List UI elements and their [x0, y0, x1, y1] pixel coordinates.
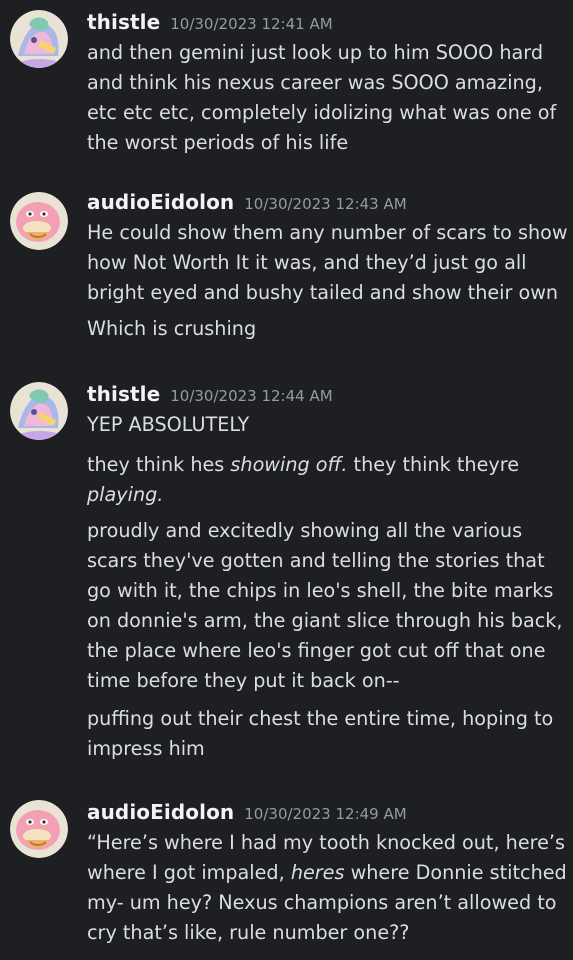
message-line: cry that’s like, rule number one??: [87, 921, 410, 944]
message-header: thistle 10/30/2023 12:44 AM: [87, 382, 333, 412]
message-line: where I got impaled, heres where Donnie …: [87, 858, 571, 888]
message-text-italic: heres: [290, 861, 345, 884]
message-line: puffing out their chest the entire time,…: [87, 707, 554, 730]
timestamp: 10/30/2023 12:41 AM: [170, 15, 333, 33]
message-line: time before they put it back on--: [87, 669, 400, 692]
username[interactable]: thistle: [87, 382, 160, 406]
message-line: they think hes showing off. they think t…: [87, 450, 571, 480]
slowpoke-avatar-icon: [10, 800, 68, 858]
timestamp: 10/30/2023 12:44 AM: [170, 387, 333, 405]
message-line: impress him: [87, 737, 205, 760]
message-line: and then gemini just look up to him SOOO…: [87, 41, 543, 64]
message-line: scars they've gotten and telling the sto…: [87, 549, 545, 572]
message-line: on donnie's arm, the giant slice through…: [87, 609, 563, 632]
message-text: they think hes: [87, 453, 231, 476]
timestamp: 10/30/2023 12:49 AM: [244, 805, 407, 823]
message-line: YEP ABSOLUTELY: [87, 413, 250, 436]
avatar[interactable]: [10, 800, 68, 858]
message-line: go with it, the chips in leo's shell, th…: [87, 579, 554, 602]
message-text: they think theyre: [347, 453, 519, 476]
avatar[interactable]: [10, 382, 68, 440]
message-header: audioEidolon 10/30/2023 12:43 AM: [87, 190, 407, 220]
chat-log: thistle 10/30/2023 12:41 AM and then gem…: [0, 0, 573, 960]
pastel-character-avatar-icon: [10, 382, 68, 440]
message-line: and think his nexus career was SOOO amaz…: [87, 71, 543, 94]
pastel-character-avatar-icon: [10, 10, 68, 68]
message-line: He could show them any number of scars t…: [87, 221, 568, 244]
message-line: etc etc etc, completely idolizing what w…: [87, 101, 557, 124]
message-line: the worst periods of his life: [87, 131, 349, 154]
username[interactable]: audioEidolon: [87, 190, 234, 214]
username[interactable]: thistle: [87, 10, 160, 34]
message-line: Which is crushing: [87, 317, 257, 340]
message-line: “Here’s where I had my tooth knocked out…: [87, 831, 565, 854]
message-text: where Donnie stitched: [344, 861, 567, 884]
message-line: my- um hey? Nexus champions aren’t allow…: [87, 891, 557, 914]
avatar[interactable]: [10, 192, 68, 250]
message-header: audioEidolon 10/30/2023 12:49 AM: [87, 800, 407, 830]
message-line: bright eyed and bushy tailed and show th…: [87, 281, 559, 304]
message-line: the place where leo's finger got cut off…: [87, 639, 546, 662]
username[interactable]: audioEidolon: [87, 800, 234, 824]
message-line: proudly and excitedly showing all the va…: [87, 519, 523, 542]
slowpoke-avatar-icon: [10, 192, 68, 250]
message-header: thistle 10/30/2023 12:41 AM: [87, 10, 333, 40]
message-text: where I got impaled,: [87, 861, 291, 884]
avatar[interactable]: [10, 10, 68, 68]
timestamp: 10/30/2023 12:43 AM: [244, 195, 407, 213]
message-text-italic: showing off.: [230, 453, 348, 476]
message-line: playing.: [87, 483, 164, 506]
message-line: how Not Worth It it was, and they’d just…: [87, 251, 527, 274]
